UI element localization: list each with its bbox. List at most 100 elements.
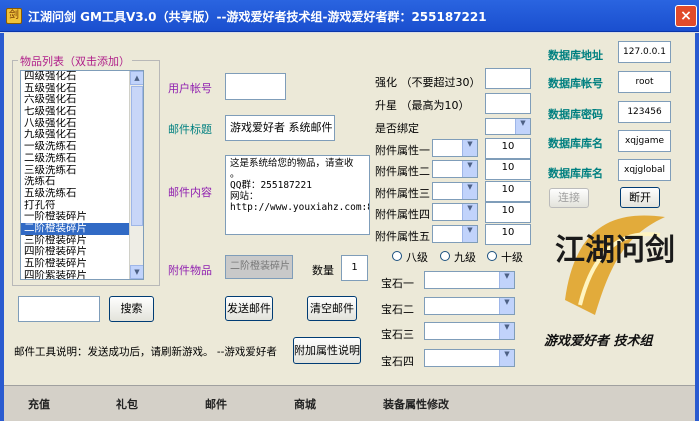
list-item[interactable]: 八级强化石 xyxy=(21,118,143,130)
list-item[interactable]: 一级洗练石 xyxy=(21,141,143,153)
list-item[interactable]: 打孔符 xyxy=(21,200,143,212)
gem-label: 宝石二 xyxy=(381,303,414,316)
content-label: 邮件内容 xyxy=(168,186,212,199)
attr-select[interactable]: ▼ xyxy=(432,203,478,221)
level-radio[interactable] xyxy=(440,251,450,261)
chevron-down-icon[interactable]: ▼ xyxy=(462,183,477,199)
attr-label: 附件属性五 xyxy=(375,230,430,243)
upgrade-input[interactable] xyxy=(485,93,531,114)
list-item[interactable]: 二阶橙装碎片 xyxy=(21,222,143,235)
attr-label: 附件属性一 xyxy=(375,144,430,157)
window-border-right xyxy=(695,33,699,421)
content-line: 。 xyxy=(230,169,240,180)
status-equip-attr[interactable]: 装备属性修改 xyxy=(383,396,449,412)
scroll-thumb[interactable] xyxy=(131,86,143,226)
app-icon: 剑 xyxy=(6,8,22,24)
level-label: 九级 xyxy=(454,251,476,264)
attr-select[interactable]: ▼ xyxy=(432,139,478,157)
attr-value-input[interactable]: 10 xyxy=(485,224,531,245)
gem-label: 宝石三 xyxy=(381,328,414,341)
attr-select[interactable]: ▼ xyxy=(432,182,478,200)
bind-select[interactable]: ▼ xyxy=(485,118,531,135)
attr-value-input[interactable]: 10 xyxy=(485,181,531,202)
list-item[interactable]: 九级强化石 xyxy=(21,129,143,141)
status-mail[interactable]: 邮件 xyxy=(205,396,227,412)
account-input[interactable] xyxy=(225,73,286,100)
chevron-down-icon[interactable]: ▼ xyxy=(499,298,514,314)
chevron-down-icon[interactable]: ▼ xyxy=(462,204,477,220)
attach-item-field: 二阶橙装碎片 xyxy=(225,255,293,279)
db-name2-input[interactable]: xqjglobal xyxy=(618,159,671,181)
list-item[interactable]: 五级洗练石 xyxy=(21,188,143,200)
content-textarea[interactable]: 这是系统给您的物品，请查收 。 QQ群：255187221 网站： http:/… xyxy=(225,155,370,235)
qty-label: 数量 xyxy=(312,264,334,277)
chevron-down-icon[interactable]: ▼ xyxy=(499,323,514,339)
list-item[interactable]: 四阶紫装碎片 xyxy=(21,270,143,279)
status-gift[interactable]: 礼包 xyxy=(116,396,138,412)
qty-input[interactable]: 1 xyxy=(341,255,368,281)
db-name1-label: 数据库库名 xyxy=(548,137,603,150)
enhance-input[interactable] xyxy=(485,68,531,89)
gem-select[interactable]: ▼ xyxy=(424,322,515,340)
db-pwd-input[interactable]: 123456 xyxy=(618,101,671,123)
db-user-input[interactable]: root xyxy=(618,71,671,93)
attr-label: 附件属性三 xyxy=(375,187,430,200)
item-list-group-label: 物品列表（双击添加） xyxy=(18,53,132,69)
status-recharge[interactable]: 充值 xyxy=(28,396,50,412)
search-button[interactable]: 搜索 xyxy=(109,296,154,322)
db-name1-input[interactable]: xqjgame xyxy=(618,130,671,152)
db-user-label: 数据库帐号 xyxy=(548,77,603,90)
attr-select[interactable]: ▼ xyxy=(432,160,478,178)
close-button[interactable]: × xyxy=(675,5,697,27)
list-item[interactable]: 洗练石 xyxy=(21,176,143,188)
title-bar: 剑 江湖问剑 GM工具V3.0（共享版）--游戏爱好者技术组-游戏爱好者群：25… xyxy=(0,0,699,32)
chevron-down-icon[interactable]: ▼ xyxy=(499,350,514,366)
mail-tool-note: 邮件工具说明：发送成功后，请刷新游戏。 --游戏爱好者 xyxy=(14,346,277,358)
scroll-up-icon[interactable]: ▲ xyxy=(130,71,143,85)
attr-value-input[interactable]: 10 xyxy=(485,138,531,159)
list-item[interactable]: 二级洗练石 xyxy=(21,153,143,165)
db-name2-label: 数据库库名 xyxy=(548,167,603,180)
subject-label: 邮件标题 xyxy=(168,123,212,136)
content-line: 这是系统给您的物品，请查收 xyxy=(230,158,354,169)
level-label: 八级 xyxy=(406,251,428,264)
status-bar: 充值 礼包 邮件 商城 装备属性修改 xyxy=(4,385,695,421)
upgrade-label: 升星 （最高为10） xyxy=(375,99,470,112)
window-title: 江湖问剑 GM工具V3.0（共享版）--游戏爱好者技术组-游戏爱好者群：2551… xyxy=(28,10,487,24)
list-item[interactable]: 五级强化石 xyxy=(21,83,143,95)
search-input[interactable] xyxy=(18,296,100,322)
list-item[interactable]: 四阶橙装碎片 xyxy=(21,246,143,258)
level-radio[interactable] xyxy=(392,251,402,261)
gem-select[interactable]: ▼ xyxy=(424,271,515,289)
chevron-down-icon[interactable]: ▼ xyxy=(515,119,530,134)
scroll-down-icon[interactable]: ▼ xyxy=(130,265,143,279)
gem-select[interactable]: ▼ xyxy=(424,297,515,315)
list-item[interactable]: 五阶橙装碎片 xyxy=(21,258,143,270)
list-item[interactable]: 四级强化石 xyxy=(21,71,143,83)
gem-select[interactable]: ▼ xyxy=(424,349,515,367)
level-radio[interactable] xyxy=(487,251,497,261)
chevron-down-icon[interactable]: ▼ xyxy=(462,161,477,177)
list-item[interactable]: 六级强化石 xyxy=(21,94,143,106)
attr-value-input[interactable]: 10 xyxy=(485,159,531,180)
status-shop[interactable]: 商城 xyxy=(294,396,316,412)
list-item[interactable]: 三阶橙装碎片 xyxy=(21,235,143,247)
list-item[interactable]: 七级强化石 xyxy=(21,106,143,118)
chevron-down-icon[interactable]: ▼ xyxy=(462,226,477,242)
item-listbox[interactable]: 四级强化石 五级强化石 六级强化石 七级强化石 八级强化石 九级强化石 一级洗练石 二级洗练石… xyxy=(20,70,144,280)
send-mail-button[interactable]: 发送邮件 xyxy=(225,296,273,321)
db-addr-input[interactable]: 127.0.0.1 xyxy=(618,41,671,63)
attr-help-button[interactable]: 附加属性说明 xyxy=(293,337,361,364)
level-label: 十级 xyxy=(501,251,523,264)
game-logo: 江湖问剑 xyxy=(555,215,675,315)
chevron-down-icon[interactable]: ▼ xyxy=(499,272,514,288)
list-item[interactable]: 三级洗练石 xyxy=(21,165,143,177)
attr-label: 附件属性二 xyxy=(375,165,430,178)
attr-select[interactable]: ▼ xyxy=(432,225,478,243)
clear-mail-button[interactable]: 清空邮件 xyxy=(307,296,357,321)
subject-input[interactable]: 游戏爱好者 系统邮件 xyxy=(225,115,335,141)
chevron-down-icon[interactable]: ▼ xyxy=(462,140,477,156)
attr-value-input[interactable]: 10 xyxy=(485,202,531,223)
list-item[interactable]: 一阶橙装碎片 xyxy=(21,211,143,223)
item-list-scrollbar[interactable]: ▲ ▼ xyxy=(129,71,143,279)
